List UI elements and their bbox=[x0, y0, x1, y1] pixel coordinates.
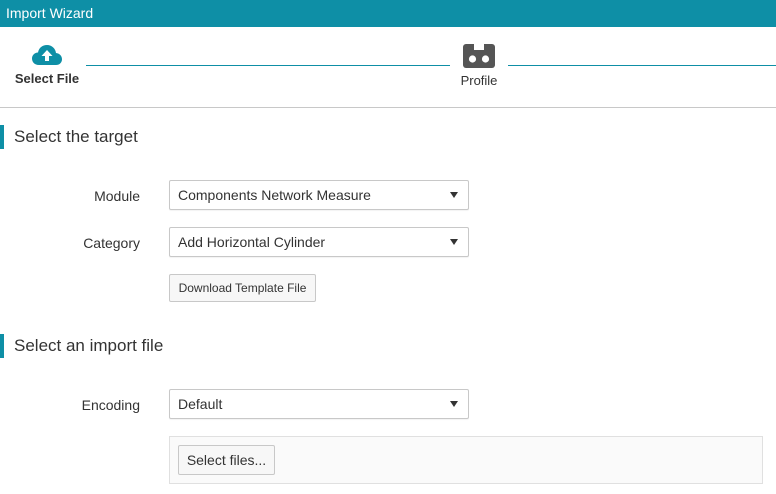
file-upload-area[interactable]: Select files... bbox=[169, 436, 763, 484]
encoding-select-value: Default bbox=[178, 396, 223, 412]
stepper-connector-2 bbox=[508, 65, 776, 66]
chevron-down-icon bbox=[450, 239, 458, 245]
encoding-label: Encoding bbox=[81, 397, 140, 413]
window-title: Import Wizard bbox=[6, 5, 94, 21]
cloud-upload-icon bbox=[32, 45, 62, 65]
step-profile[interactable]: Profile bbox=[450, 43, 508, 88]
wizard-stepper: Select File Profile bbox=[0, 27, 776, 107]
category-select[interactable]: Add Horizontal Cylinder bbox=[169, 227, 469, 257]
chevron-down-icon bbox=[450, 401, 458, 407]
window-title-bar: Import Wizard bbox=[0, 0, 776, 27]
category-label: Category bbox=[83, 235, 140, 251]
module-select-value: Components Network Measure bbox=[178, 187, 371, 203]
profile-icon bbox=[463, 44, 495, 68]
step-label-select-file: Select File bbox=[14, 71, 80, 86]
encoding-select[interactable]: Default bbox=[169, 389, 469, 419]
module-select[interactable]: Components Network Measure bbox=[169, 180, 469, 210]
stepper-connector-1 bbox=[86, 65, 450, 66]
select-files-button[interactable]: Select files... bbox=[178, 445, 275, 475]
section-heading-import: Select an import file bbox=[0, 334, 163, 358]
stepper-divider bbox=[0, 107, 776, 108]
step-label-profile: Profile bbox=[460, 73, 498, 88]
module-label: Module bbox=[94, 188, 140, 204]
download-template-button[interactable]: Download Template File bbox=[169, 274, 316, 302]
step-select-file[interactable]: Select File bbox=[8, 43, 86, 86]
category-select-value: Add Horizontal Cylinder bbox=[178, 234, 326, 250]
section-heading-target: Select the target bbox=[0, 125, 138, 149]
chevron-down-icon bbox=[450, 192, 458, 198]
